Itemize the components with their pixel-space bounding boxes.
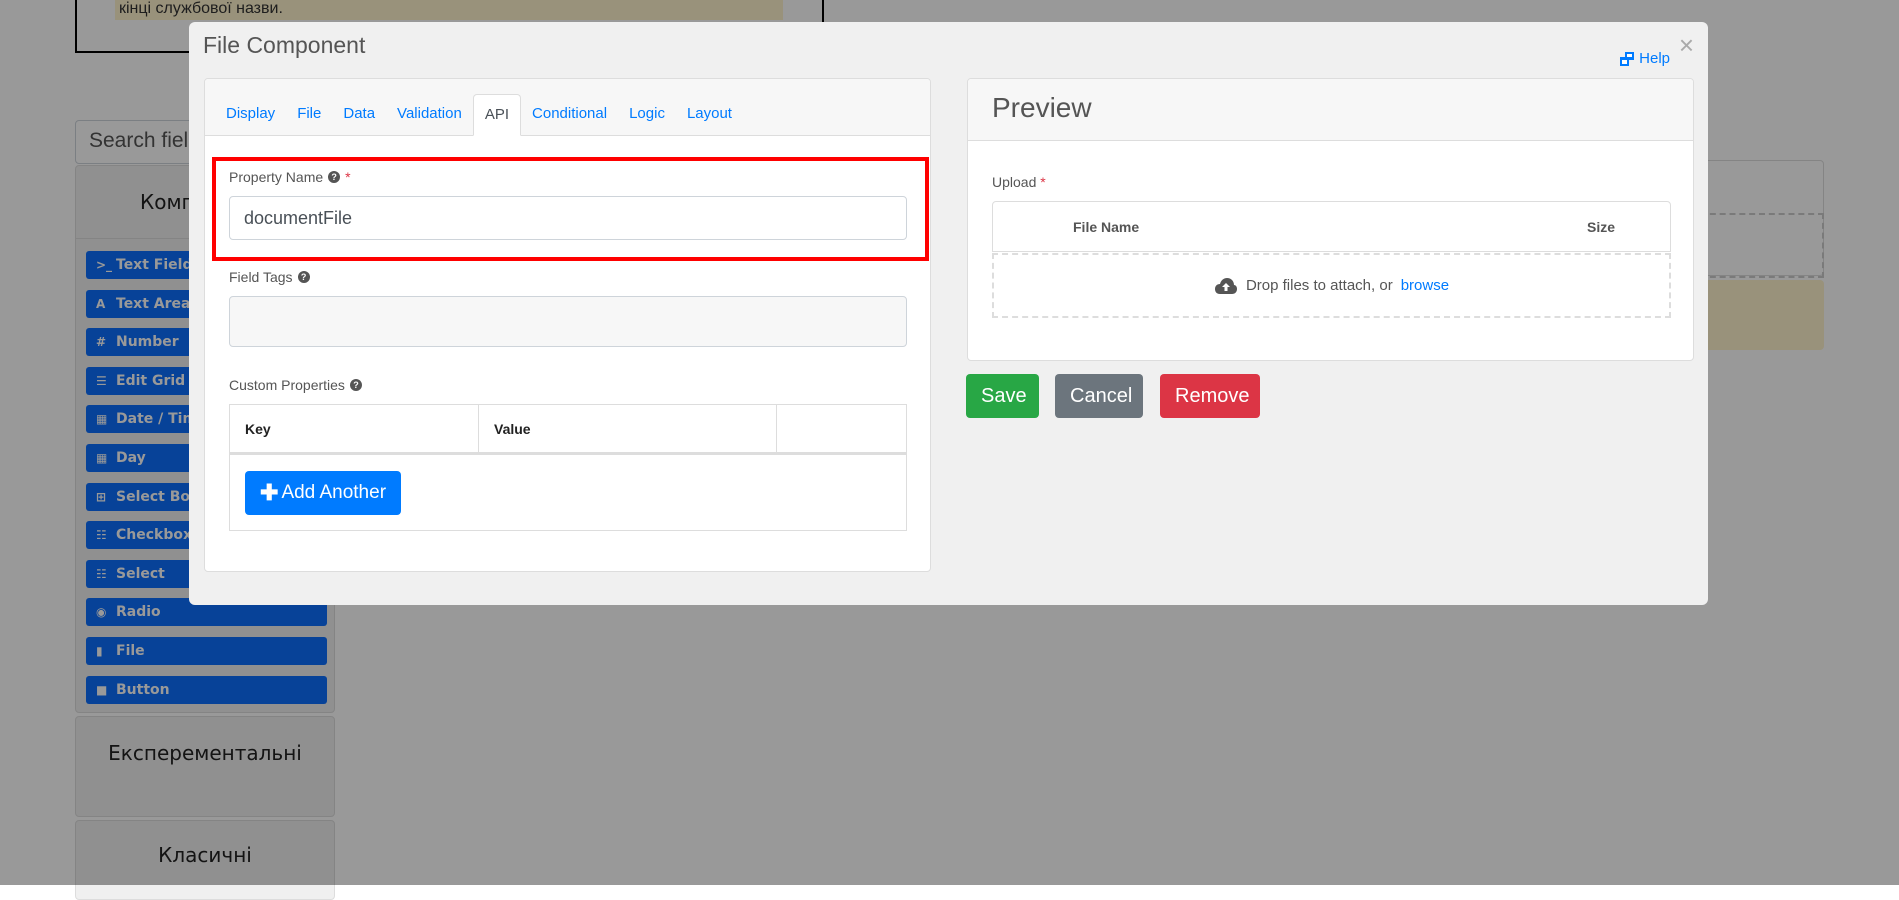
close-button[interactable]: × — [1679, 32, 1694, 58]
tab-layout[interactable]: Layout — [676, 94, 743, 135]
add-another-label: Add Another — [281, 482, 387, 503]
table-header: Key Value — [230, 405, 906, 455]
browse-link[interactable]: browse — [1401, 277, 1449, 294]
help-label: Help — [1639, 50, 1670, 67]
add-another-button[interactable]: ✚ Add Another — [245, 471, 402, 515]
label-text: Custom Properties — [229, 377, 345, 393]
tab-logic[interactable]: Logic — [618, 94, 676, 135]
custom-properties-label: Custom Properties ? — [229, 377, 362, 393]
property-name-label: Property Name ? * — [229, 169, 351, 185]
plus-icon: ✚ — [260, 480, 279, 505]
drop-text: Drop files to attach, or — [1245, 277, 1393, 294]
file-table-header: File Name Size — [992, 201, 1671, 252]
preview-title: Preview — [968, 79, 1693, 141]
external-link-icon — [1620, 51, 1635, 66]
tab-file[interactable]: File — [286, 94, 332, 135]
tab-api[interactable]: API — [472, 94, 522, 136]
close-icon: × — [1678, 30, 1694, 60]
required-marker: * — [1040, 174, 1046, 190]
tab-data[interactable]: Data — [332, 94, 386, 135]
modal-title: File Component — [203, 32, 366, 58]
column-header-size: Size — [1586, 219, 1615, 235]
column-header-value: Value — [479, 405, 777, 452]
help-link[interactable]: Help — [1619, 50, 1670, 67]
label-text: Field Tags — [229, 269, 293, 285]
tab-conditional[interactable]: Conditional — [521, 94, 618, 135]
custom-properties-table: Key Value ✚ Add Another — [229, 404, 907, 531]
remove-button[interactable]: Remove — [1160, 374, 1260, 418]
upload-label: Upload * — [992, 174, 1046, 190]
file-dropzone[interactable]: Drop files to attach, or browse — [992, 253, 1671, 318]
tab-validation[interactable]: Validation — [386, 94, 473, 135]
tab-bar: Display File Data Validation API Conditional L… — [205, 79, 930, 136]
preview-panel: Preview Upload * File Name Size Drop fil… — [967, 78, 1694, 361]
cancel-button[interactable]: Cancel — [1055, 374, 1143, 418]
column-header-file-name: File Name — [1073, 219, 1140, 235]
property-name-input[interactable] — [229, 196, 907, 240]
required-marker: * — [345, 169, 351, 185]
label-text: Property Name — [229, 169, 324, 185]
cloud-upload-icon — [1214, 277, 1237, 294]
file-component-modal: File Component × Help Display File Data Val… — [189, 22, 1708, 605]
question-circle-icon[interactable]: ? — [297, 271, 310, 283]
column-header-actions — [777, 405, 906, 452]
question-circle-icon[interactable]: ? — [328, 171, 341, 183]
column-header-key: Key — [230, 405, 479, 452]
edit-panel: Display File Data Validation API Conditional L… — [204, 78, 931, 572]
label-text: Upload — [992, 174, 1037, 190]
tab-display[interactable]: Display — [215, 94, 286, 135]
question-circle-icon[interactable]: ? — [349, 379, 362, 391]
field-tags-input[interactable] — [229, 296, 907, 347]
field-tags-label: Field Tags ? — [229, 269, 310, 285]
save-button[interactable]: Save — [966, 374, 1039, 418]
